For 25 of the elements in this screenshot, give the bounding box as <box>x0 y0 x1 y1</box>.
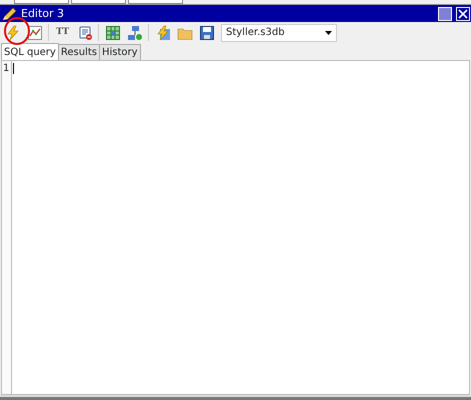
lightning-icon <box>4 24 20 40</box>
highlight-circle-overlay <box>3 16 31 46</box>
tab[interactable]: Results <box>58 44 100 60</box>
lightning-document-icon <box>154 24 170 40</box>
tab[interactable]: SQL query <box>1 43 59 60</box>
text-button[interactable]: TT <box>53 23 72 42</box>
tab[interactable]: History <box>98 44 141 60</box>
network-icon <box>126 24 142 40</box>
maximize-button[interactable] <box>438 6 452 20</box>
save-button[interactable] <box>197 23 216 42</box>
window-title: Editor 3 <box>21 8 64 19</box>
tab[interactable] <box>71 0 126 4</box>
text-cursor <box>13 63 14 74</box>
tab[interactable] <box>14 0 69 4</box>
grid-icon <box>104 24 120 40</box>
grid-button[interactable] <box>103 23 122 42</box>
database-dropdown[interactable]: Styller.s3db <box>221 24 337 42</box>
network-button[interactable] <box>125 23 144 42</box>
tab[interactable] <box>128 0 183 4</box>
sql-editor[interactable]: 1 <box>1 60 470 395</box>
line-number: 1 <box>3 62 10 76</box>
close-icon <box>458 8 468 18</box>
dropdown-arrow-icon <box>325 30 332 34</box>
pencil-icon <box>1 6 17 20</box>
close-button[interactable] <box>456 6 470 20</box>
